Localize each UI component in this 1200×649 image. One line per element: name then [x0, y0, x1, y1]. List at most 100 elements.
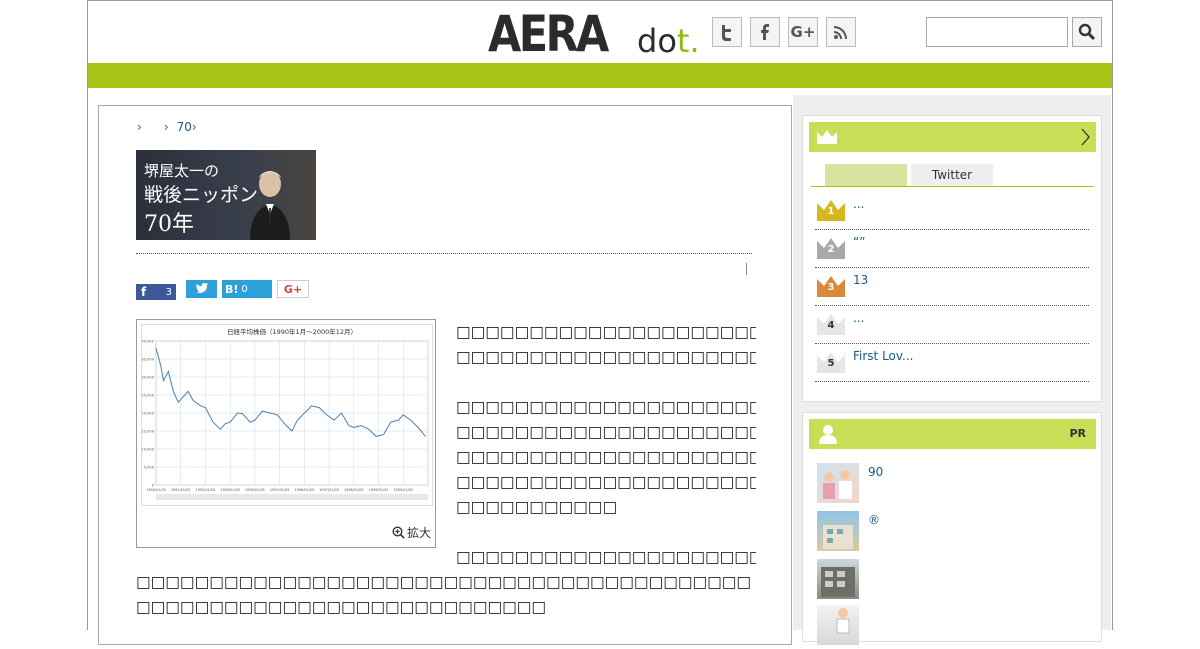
author-portrait	[250, 171, 290, 240]
chart-data-point	[291, 430, 293, 432]
pr-thumbnail[interactable]	[817, 463, 859, 503]
care-photo-icon	[836, 608, 850, 634]
ranking-item-title[interactable]: 13	[853, 273, 868, 287]
ranking-item[interactable]: 4...	[815, 306, 1089, 344]
pr-item-text[interactable]: ®	[868, 513, 880, 527]
ranking-item-title[interactable]: ...	[853, 197, 864, 211]
paragraph-1: □□□□□□□□□□□□□□□□□□□□ □□□□□□□□□□□□□□□□ □□□…	[456, 320, 756, 370]
paragraph-line: □□□□□□□□□□□□□□□□□□□□□□□□□□□□□□□□□□□□	[456, 473, 756, 491]
chart-data-point	[383, 434, 384, 435]
chevron-right-icon	[1081, 128, 1090, 146]
ranking-item[interactable]: 2 “”	[815, 230, 1089, 268]
chart-data-point	[397, 419, 399, 421]
chart-data-point	[353, 427, 355, 428]
chart-data-point	[158, 356, 159, 358]
chart-y-tick-label: 25,000	[142, 394, 155, 398]
banner-line2: 戦後ニッポン	[144, 184, 259, 206]
chart-x-tick-label: 1991/01/05	[171, 488, 191, 492]
chart-data-point	[219, 428, 221, 430]
breadcrumb-item[interactable]: ›	[164, 120, 169, 134]
chart-y-tick-label: 5,000	[144, 466, 155, 470]
chart-data-point	[425, 436, 426, 437]
pr-item-text[interactable]: 90	[868, 465, 883, 479]
rank-number: 2	[827, 244, 835, 255]
article-figure[interactable]: 日経平均株価（1990年1月～2000年12月） 0 5,000 10,000 15,0…	[136, 319, 436, 548]
breadcrumb-item[interactable]: ›	[137, 120, 142, 134]
chart-x-tick-label: 1999/01/05	[369, 488, 389, 492]
google-plus-button[interactable]: G+	[788, 17, 818, 47]
ranking-item-title[interactable]: “”	[853, 235, 865, 249]
site-logo[interactable]: AERA dot.	[488, 7, 700, 59]
facebook-share-count: 3	[165, 286, 172, 298]
pr-thumbnail[interactable]	[817, 605, 859, 645]
chart-x-tick-label: 1996/01/05	[295, 488, 315, 492]
google-plus-icon: G+	[283, 282, 303, 296]
chart-data-point	[333, 419, 335, 421]
chart-data-point	[224, 423, 226, 425]
chart-data-point	[254, 419, 256, 421]
chart-x-tick-label: 1993/01/05	[220, 488, 240, 492]
chevron-right-icon: ›	[137, 120, 142, 134]
rank-number: 4	[827, 320, 835, 331]
twitter-icon	[196, 283, 209, 294]
pr-thumbnail[interactable]	[817, 511, 859, 551]
rank-number: 3	[827, 282, 835, 293]
ranking-item-title[interactable]: First Lov...	[853, 349, 914, 363]
chart-y-tick-label: 35,000	[142, 358, 155, 362]
chart-y-tick-label: 20,000	[142, 412, 155, 416]
chart-x-tick-label: 1992/01/05	[196, 488, 216, 492]
breadcrumb: › › 70›	[137, 120, 197, 134]
ranking-item[interactable]: 1...	[815, 192, 1089, 230]
people-photo-icon	[823, 470, 852, 499]
divider	[136, 253, 752, 254]
twitter-share-button[interactable]	[186, 280, 217, 298]
apartment-photo-icon	[821, 567, 855, 597]
zoom-in-icon	[392, 526, 405, 539]
facebook-button[interactable]	[750, 17, 780, 47]
chart-y-tick-label: 15,000	[142, 430, 155, 434]
logo-dot-suffix: t.	[676, 22, 700, 60]
chart-data-point	[390, 421, 392, 423]
ranking-item[interactable]: 5 First Lov...	[815, 344, 1089, 382]
chart-data-point	[205, 407, 206, 408]
banner-line3: 70年	[144, 212, 194, 237]
chart-data-point	[402, 414, 404, 416]
pr-header: PR	[809, 419, 1096, 449]
facebook-share-button[interactable]: f 3	[136, 284, 176, 300]
article-main: › › 70› 堺屋太一の 戦後ニッポン 70年 f 3 B! 0 G+ 日経平…	[98, 105, 792, 645]
crown-icon	[817, 130, 837, 144]
divider	[746, 263, 747, 275]
hatena-icon: B!	[225, 282, 239, 296]
zoom-button[interactable]: 拡大	[392, 524, 431, 541]
chart-data-point	[341, 412, 342, 414]
search-button[interactable]	[1072, 17, 1102, 47]
ranking-item[interactable]: 3 13	[815, 268, 1089, 306]
twitter-button[interactable]	[712, 17, 742, 47]
tab-access-ranking[interactable]	[825, 164, 907, 186]
tab-twitter[interactable]: Twitter	[911, 164, 993, 186]
facebook-icon	[761, 24, 769, 40]
chart-y-tick-label: 0	[152, 484, 155, 488]
search-input[interactable]	[926, 17, 1068, 47]
chart-y-tick-label: 30,000	[142, 376, 155, 380]
chart-data-point	[296, 420, 298, 422]
pr-thumbnail[interactable]	[817, 559, 859, 599]
chart-data-point	[249, 421, 251, 423]
paragraph-3-first-line: □□□□□□□□□□□□□□□□□□□□□□□□□□□□□□□□□□□□	[456, 545, 756, 570]
hatena-bookmark-button[interactable]: B! 0	[222, 280, 272, 298]
breadcrumb-item[interactable]: 70›	[177, 120, 197, 134]
paragraph-3: □□□□□□□□□□□□□□□□□□□□□□□□□□□□□□□□□□□□□□□□…	[136, 570, 752, 620]
ranking-item-title[interactable]: ...	[853, 311, 864, 325]
series-banner[interactable]: 堺屋太一の 戦後ニッポン 70年	[136, 150, 316, 240]
rss-button[interactable]	[826, 17, 856, 47]
chart-x-tick-label: 1995/01/05	[270, 488, 290, 492]
ranking-header[interactable]	[809, 122, 1096, 152]
paragraph-line: □□□□□□□□□□□□□□□□□□□□□□□□□□□□	[136, 598, 547, 616]
chart-x-tick-label: 1997/01/05	[319, 488, 339, 492]
chart-data-point	[284, 423, 285, 425]
chart-data-point	[368, 428, 370, 430]
paragraph-line: □□□□□□□□□□□	[456, 498, 618, 516]
google-plus-share-button[interactable]: G+	[277, 280, 309, 298]
chart-data-point	[261, 410, 263, 412]
nav-bar	[88, 63, 1112, 88]
